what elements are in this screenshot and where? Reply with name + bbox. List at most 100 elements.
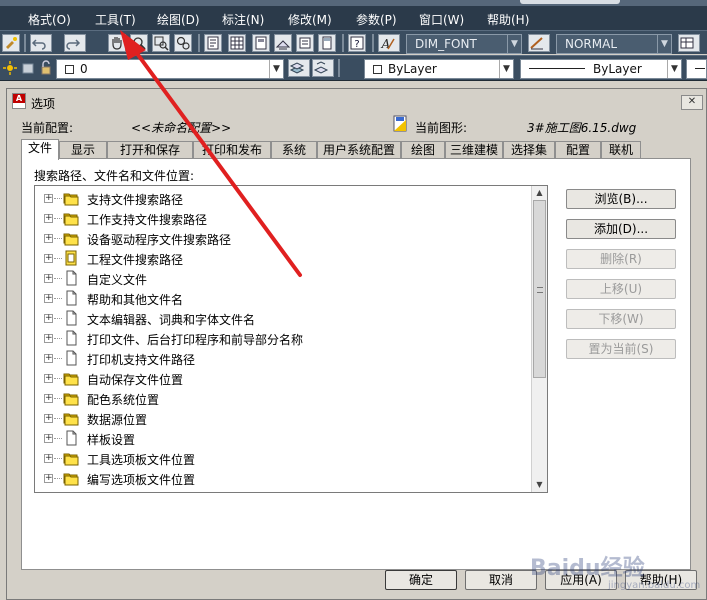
ok-button[interactable]: 确定 <box>385 570 457 590</box>
lock-icon[interactable] <box>38 60 54 76</box>
dim-style-combo[interactable]: DIM_FONT ▼ <box>406 34 522 54</box>
close-button[interactable]: ✕ <box>681 95 703 110</box>
tree-item[interactable]: + 设备驱动程序文件搜索路径 <box>35 228 535 248</box>
menu-dimension[interactable]: 标注(N) <box>222 11 264 28</box>
tab-files[interactable]: 文件 <box>21 139 59 160</box>
tree-item[interactable]: + 工具选项板文件位置 <box>35 448 535 468</box>
sun-icon[interactable] <box>2 60 18 76</box>
linetype-combo[interactable]: ByLayer ▼ <box>520 59 682 79</box>
tab-user-preferences[interactable]: 用户系统配置 <box>317 141 401 159</box>
expand-plus-icon[interactable]: + <box>44 214 53 223</box>
tree-item[interactable]: + 编写选项板文件位置 <box>35 468 535 488</box>
tab-3d-modeling[interactable]: 三维建模 <box>445 141 503 159</box>
menu-parametric[interactable]: 参数(P) <box>356 11 397 28</box>
tree-item[interactable]: + 打印机支持文件路径 <box>35 348 535 368</box>
current-profile-value: <<未命名配置>> <box>131 121 232 135</box>
undo-icon[interactable] <box>30 34 52 52</box>
menu-tools[interactable]: 工具(T) <box>95 11 136 28</box>
menu-format[interactable]: 格式(O) <box>28 11 71 28</box>
sheet-set-icon[interactable] <box>274 34 292 52</box>
tree-item[interactable]: + 自定义文件 <box>35 268 535 288</box>
menu-modify[interactable]: 修改(M) <box>288 11 332 28</box>
line-style-combo[interactable]: NORMAL ▼ <box>556 34 672 54</box>
expand-plus-icon[interactable]: + <box>44 414 53 423</box>
zoom-realtime-icon[interactable] <box>130 34 148 52</box>
cancel-button[interactable]: 取消 <box>465 570 537 590</box>
tree-item[interactable]: + 支持文件搜索路径 <box>35 188 535 208</box>
layer-combo[interactable]: 0 ▼ <box>56 59 284 79</box>
toolbar-separator <box>372 34 374 52</box>
expand-plus-icon[interactable]: + <box>44 234 53 243</box>
scrollbar-thumb[interactable] <box>533 200 546 378</box>
expand-plus-icon[interactable]: + <box>44 354 53 363</box>
expand-plus-icon[interactable]: + <box>44 374 53 383</box>
tree-item[interactable]: + 配色系统位置 <box>35 388 535 408</box>
tree-item[interactable]: + 文本编辑器、词典和字体文件名 <box>35 308 535 328</box>
freeze-icon[interactable] <box>20 60 36 76</box>
dim-style-icon[interactable] <box>528 34 550 52</box>
menu-help[interactable]: 帮助(H) <box>487 11 529 28</box>
tab-open-save[interactable]: 打开和保存 <box>107 141 193 159</box>
document-icon <box>63 430 79 446</box>
lineweight-combo[interactable] <box>686 59 707 79</box>
add-button[interactable]: 添加(D)... <box>566 219 676 239</box>
match-properties-icon[interactable] <box>2 34 20 52</box>
menu-window[interactable]: 窗口(W) <box>419 11 464 28</box>
chevron-down-icon: ▼ <box>507 35 521 53</box>
move-up-button[interactable]: 上移(U) <box>566 279 676 299</box>
markup-icon[interactable] <box>296 34 314 52</box>
remove-button[interactable]: 删除(R) <box>566 249 676 269</box>
pan-hand-icon[interactable] <box>108 34 126 52</box>
color-combo[interactable]: ByLayer ▼ <box>364 59 514 79</box>
tab-plot-publish[interactable]: 打印和发布 <box>193 141 271 159</box>
help-icon[interactable]: ? <box>348 34 366 52</box>
tree-item-label: 工作支持文件搜索路径 <box>87 213 208 227</box>
tree-item[interactable]: + 打印文件、后台打印程序和前导部分名称 <box>35 328 535 348</box>
tree-item[interactable]: + 帮助和其他文件名 <box>35 288 535 308</box>
tab-display[interactable]: 显示 <box>59 141 107 159</box>
expand-plus-icon[interactable]: + <box>44 314 53 323</box>
calculator-icon[interactable] <box>318 34 336 52</box>
tool-palettes-icon[interactable] <box>252 34 270 52</box>
tree-item[interactable]: + 工作支持文件搜索路径 <box>35 208 535 228</box>
tree-item[interactable]: + 自动保存文件位置 <box>35 368 535 388</box>
tree-item[interactable]: + 样板设置 <box>35 428 535 448</box>
redo-icon[interactable] <box>64 34 86 52</box>
scroll-up-icon[interactable]: ▲ <box>532 186 547 200</box>
text-style-icon[interactable]: A <box>378 34 400 52</box>
layer-previous-icon[interactable] <box>312 59 334 77</box>
tree-scrollbar[interactable]: ▲ ▼ <box>531 186 547 492</box>
scroll-down-icon[interactable]: ▼ <box>532 478 547 492</box>
tab-drafting[interactable]: 绘图 <box>401 141 445 159</box>
tree-item[interactable]: +日志文件位置 <box>35 488 535 492</box>
tab-system[interactable]: 系统 <box>271 141 317 159</box>
set-current-button[interactable]: 置为当前(S) <box>566 339 676 359</box>
expand-plus-icon[interactable]: + <box>44 454 53 463</box>
tab-selection[interactable]: 选择集 <box>503 141 555 159</box>
zoom-window-icon[interactable] <box>152 34 170 52</box>
design-center-icon[interactable] <box>228 34 246 52</box>
layer-current-icon[interactable] <box>288 59 310 77</box>
expand-plus-icon[interactable]: + <box>44 294 53 303</box>
tab-profiles[interactable]: 配置 <box>555 141 601 159</box>
properties-icon[interactable] <box>204 34 222 52</box>
table-style-icon[interactable] <box>678 34 700 52</box>
browse-button[interactable]: 浏览(B)... <box>566 189 676 209</box>
expand-plus-icon[interactable]: + <box>44 254 53 263</box>
menu-bar: 格式(O) 工具(T) 绘图(D) 标注(N) 修改(M) 参数(P) 窗口(W… <box>0 0 707 30</box>
expand-plus-icon[interactable]: + <box>44 334 53 343</box>
expand-plus-icon[interactable]: + <box>44 394 53 403</box>
tree-item[interactable]: + 数据源位置 <box>35 408 535 428</box>
tree-item-label: 文本编辑器、词典和字体文件名 <box>87 313 256 327</box>
tree-connector <box>54 318 62 319</box>
tree-item[interactable]: + 工程文件搜索路径 <box>35 248 535 268</box>
expand-plus-icon[interactable]: + <box>44 474 53 483</box>
zoom-previous-icon[interactable] <box>174 34 192 52</box>
expand-plus-icon[interactable]: + <box>44 274 53 283</box>
expand-plus-icon[interactable]: + <box>44 194 53 203</box>
search-paths-tree[interactable]: + 支持文件搜索路径 + 工作支持文件搜索路径 + 设备驱动程序文件搜索路径 + 工程文件搜索… <box>34 185 548 493</box>
tab-online[interactable]: 联机 <box>601 141 641 159</box>
expand-plus-icon[interactable]: + <box>44 434 53 443</box>
menu-draw[interactable]: 绘图(D) <box>157 11 200 28</box>
move-down-button[interactable]: 下移(W) <box>566 309 676 329</box>
